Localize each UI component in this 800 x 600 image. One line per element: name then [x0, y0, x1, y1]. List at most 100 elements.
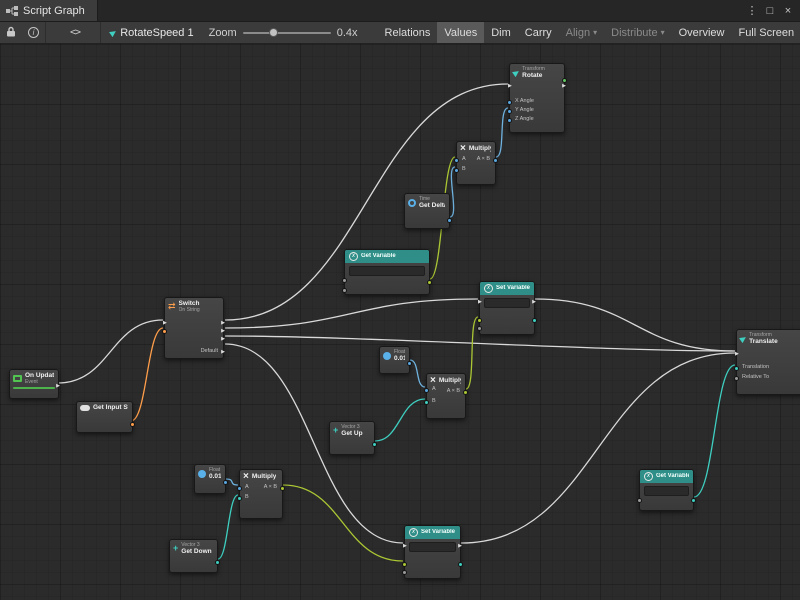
multiply-icon: × — [430, 376, 436, 385]
value-port[interactable] — [223, 480, 228, 485]
flow-port[interactable]: ▶ — [508, 84, 512, 89]
node-title: Multiply — [252, 473, 277, 480]
node-on-update[interactable]: On UpdateEvent▶ — [9, 369, 59, 399]
inspect-button[interactable]: i — [22, 22, 45, 44]
graph-canvas[interactable]: ▶TransformRotate▶▶X AngleY AngleZ Angle×… — [0, 44, 800, 600]
value-port[interactable] — [507, 118, 512, 123]
value-port[interactable] — [458, 562, 463, 567]
switch-icon: ⇄ — [168, 302, 176, 311]
value-port[interactable] — [427, 280, 432, 285]
value-port[interactable] — [493, 158, 498, 163]
toolbar: i <> ▶ RotateSpeed 1 Zoom 0.4x Relations… — [0, 22, 800, 44]
node-rotate[interactable]: ▶TransformRotate▶▶X AngleY AngleZ Angle — [509, 63, 565, 133]
flow-port[interactable]: ▶ — [221, 329, 225, 334]
pointer-icon: ▶ — [511, 67, 521, 78]
flow-port[interactable]: ▶ — [221, 321, 225, 326]
value-port[interactable] — [454, 158, 459, 163]
flow-port[interactable]: ▶ — [562, 84, 566, 89]
variable-field[interactable] — [484, 298, 530, 308]
graph-icon — [6, 6, 18, 16]
value-port[interactable] — [215, 560, 220, 565]
node-vector3-get-down[interactable]: +Vector 3Get Down — [169, 539, 218, 573]
value-port[interactable] — [130, 422, 135, 427]
info-icon: i — [28, 27, 39, 38]
toolbar-button-values[interactable]: Values — [437, 22, 484, 44]
flow-port[interactable]: ▶ — [221, 337, 225, 342]
value-port[interactable] — [402, 562, 407, 567]
maximize-icon[interactable]: □ — [761, 2, 779, 20]
graph-pointer-icon: ▶ — [108, 27, 118, 38]
value-port[interactable] — [372, 442, 377, 447]
node-get-variable-2[interactable]: xGet Variable — [639, 469, 694, 511]
flow-port[interactable]: ▶ — [735, 352, 739, 357]
flow-port[interactable]: ▶ — [478, 300, 482, 305]
value-port[interactable] — [424, 400, 429, 405]
value-port[interactable] — [532, 318, 537, 323]
node-get-variable-1[interactable]: xGet Variable — [344, 249, 430, 295]
flow-port[interactable]: ▶ — [403, 544, 407, 549]
flow-port[interactable]: ▶ — [532, 300, 536, 305]
value-port[interactable] — [342, 288, 347, 293]
value-port[interactable] — [454, 168, 459, 173]
node-get-delta-time[interactable]: TimeGet Delta Time — [404, 193, 450, 229]
flow-port[interactable]: ▶ — [221, 350, 225, 355]
value-port[interactable] — [734, 366, 739, 371]
variable-field[interactable] — [409, 542, 456, 552]
node-float-2[interactable]: Float0.01 — [194, 464, 226, 494]
value-port[interactable] — [162, 329, 167, 334]
node-vector3-get-up[interactable]: +Vector 3Get Up — [329, 421, 375, 455]
zoom-slider-handle[interactable] — [269, 28, 278, 37]
tab-script-graph[interactable]: Script Graph — [0, 0, 98, 21]
value-port[interactable] — [402, 570, 407, 575]
variable-field[interactable] — [644, 486, 689, 496]
node-translate[interactable]: ▶TransformTranslate▶TranslationRelative … — [736, 329, 800, 395]
value-port[interactable] — [637, 498, 642, 503]
lock-icon — [6, 26, 16, 40]
toolbar-button-full-screen[interactable]: Full Screen — [731, 22, 800, 44]
menu-icon[interactable]: ⋮ — [743, 2, 761, 20]
toolbar-button-overview[interactable]: Overview — [672, 22, 732, 44]
node-set-variable-2[interactable]: xSet Variable▶▶ — [404, 525, 461, 579]
value-port[interactable] — [463, 390, 468, 395]
value-port[interactable] — [691, 498, 696, 503]
variable-field[interactable] — [349, 266, 425, 276]
node-layer: ▶TransformRotate▶▶X AngleY AngleZ Angle×… — [0, 44, 800, 600]
node-multiply-1[interactable]: ×MultiplyAA × BB — [456, 141, 496, 185]
flow-port[interactable]: ▶ — [163, 321, 167, 326]
flow-port[interactable]: ▶ — [56, 384, 60, 389]
node-float-1[interactable]: Float0.01 — [379, 346, 410, 374]
value-port[interactable] — [507, 100, 512, 105]
lock-button[interactable] — [0, 22, 22, 44]
pointer-icon: ▶ — [738, 333, 748, 344]
value-port[interactable] — [477, 326, 482, 331]
code-view-button[interactable]: <> — [64, 22, 86, 44]
value-port[interactable] — [280, 486, 285, 491]
toolbar-button-relations[interactable]: Relations — [378, 22, 438, 44]
value-port[interactable] — [424, 388, 429, 393]
node-switch-on-string[interactable]: ⇄SwitchOn String▶▶▶▶▶Default — [164, 297, 224, 359]
toolbar-button-dim[interactable]: Dim — [484, 22, 518, 44]
node-multiply-2[interactable]: ×MultiplyAA × BB — [426, 373, 466, 419]
toolbar-button-align[interactable]: Align▾ — [559, 22, 604, 44]
node-get-input-string[interactable]: Get Input Strin — [76, 401, 133, 433]
port-label: Relative To — [742, 374, 769, 380]
value-port[interactable] — [447, 218, 452, 223]
value-port[interactable] — [507, 109, 512, 114]
value-port[interactable] — [342, 278, 347, 283]
port-label: Y Angle — [515, 107, 534, 113]
value-port[interactable] — [237, 486, 242, 491]
node-set-variable-1[interactable]: xSet Variable▶▶ — [479, 281, 535, 335]
tab-title: Script Graph — [23, 5, 85, 17]
zoom-slider[interactable] — [243, 32, 331, 34]
close-icon[interactable]: × — [779, 2, 797, 20]
port-label: B — [432, 398, 436, 404]
value-port[interactable] — [237, 496, 242, 501]
toolbar-button-distribute[interactable]: Distribute▾ — [604, 22, 671, 44]
value-port[interactable] — [734, 376, 739, 381]
value-port[interactable] — [477, 318, 482, 323]
flow-port[interactable]: ▶ — [458, 544, 462, 549]
toolbar-button-carry[interactable]: Carry — [518, 22, 559, 44]
graph-reference[interactable]: ▶ RotateSpeed 1 — [101, 27, 203, 39]
node-multiply-3[interactable]: ×MultiplyAA × BB — [239, 469, 283, 519]
value-port[interactable] — [407, 361, 412, 366]
